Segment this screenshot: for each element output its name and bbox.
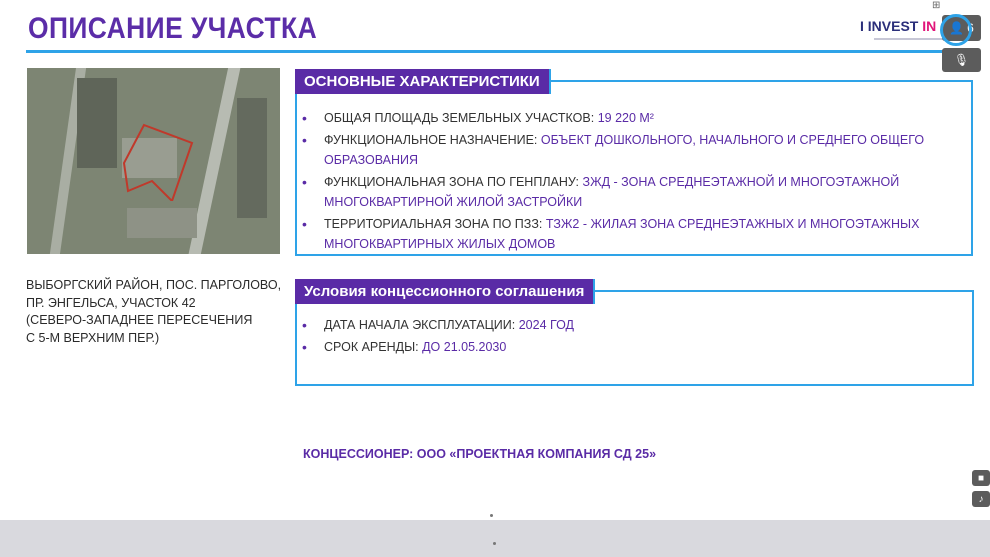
conditions-heading: Условия концессионного соглашения: [295, 279, 596, 304]
list-item: СРОК АРЕНДЫ: ДО 21.05.2030: [302, 337, 967, 357]
address-line: ВЫБОРГСКИЙ РАЙОН, ПОС. ПАРГОЛОВО,: [26, 278, 282, 292]
list-item: ФУНКЦИОНАЛЬНОЕ НАЗНАЧЕНИЕ: ОБЪЕКТ ДОШКОЛ…: [302, 130, 967, 170]
list-item: ФУНКЦИОНАЛЬНАЯ ЗОНА ПО ГЕНПЛАНУ: ЗЖД - З…: [302, 172, 967, 212]
bottom-bar: [0, 514, 990, 557]
grid-icon[interactable]: ⊞: [932, 0, 943, 11]
address-line: (СЕВЕРО-ЗАПАДНЕЕ ПЕРЕСЕЧЕНИЯ: [26, 313, 253, 327]
list-item: ДАТА НАЧАЛА ЭКСПЛУАТАЦИИ: 2024 ГОД: [302, 315, 967, 335]
site-map-image: [27, 68, 280, 254]
slide-indicator: [493, 542, 496, 545]
logo-text-in: IN: [922, 18, 937, 34]
conditions-list: ДАТА НАЧАЛА ЭКСПЛУАТАЦИИ: 2024 ГОД СРОК …: [302, 315, 967, 359]
concessionaire-text: КОНЦЕССИОНЕР: ООО «ПРОЕКТНАЯ КОМПАНИЯ СД…: [303, 447, 657, 461]
logo-text-invest: I INVEST: [860, 18, 919, 34]
presentation-slide: ОПИСАНИЕ УЧАСТКА I INVEST IN ВЫБОРГСКИЙ …: [0, 0, 990, 520]
slide-indicator: [490, 514, 493, 517]
list-item: ОБЩАЯ ПЛОЩАДЬ ЗЕМЕЛЬНЫХ УЧАСТКОВ: 19 220…: [302, 108, 967, 128]
camera-icon: ■: [977, 472, 985, 484]
camera-button[interactable]: ■: [972, 470, 990, 486]
plot-outline: [122, 123, 194, 201]
title-divider: [26, 50, 978, 53]
characteristics-heading: ОСНОВНЫЕ ХАРАКТЕРИСТИКИ: [295, 69, 551, 94]
mic-button[interactable]: 🎙: [942, 48, 981, 72]
characteristics-list: ОБЩАЯ ПЛОЩАДЬ ЗЕМЕЛЬНЫХ УЧАСТКОВ: 19 220…: [302, 108, 967, 256]
mic-icon: ♪: [978, 493, 984, 505]
site-address: ВЫБОРГСКИЙ РАЙОН, ПОС. ПАРГОЛОВО, ПР. ЭН…: [26, 277, 282, 347]
side-mic-button[interactable]: ♪: [972, 491, 990, 507]
address-line: ПР. ЭНГЕЛЬСА, УЧАСТОК 42: [26, 295, 196, 310]
list-item: ТЕРРИТОРИАЛЬНАЯ ЗОНА ПО ПЗЗ: ТЗЖ2 - ЖИЛА…: [302, 214, 967, 254]
logo-underline: [874, 38, 952, 40]
active-ring: [940, 14, 972, 46]
page-title: ОПИСАНИЕ УЧАСТКА: [28, 12, 318, 45]
mic-muted-icon: 🎙: [953, 53, 970, 67]
address-line: С 5-М ВЕРХНИМ ПЕР.): [26, 330, 160, 345]
invest-logo: I INVEST IN: [860, 18, 952, 40]
